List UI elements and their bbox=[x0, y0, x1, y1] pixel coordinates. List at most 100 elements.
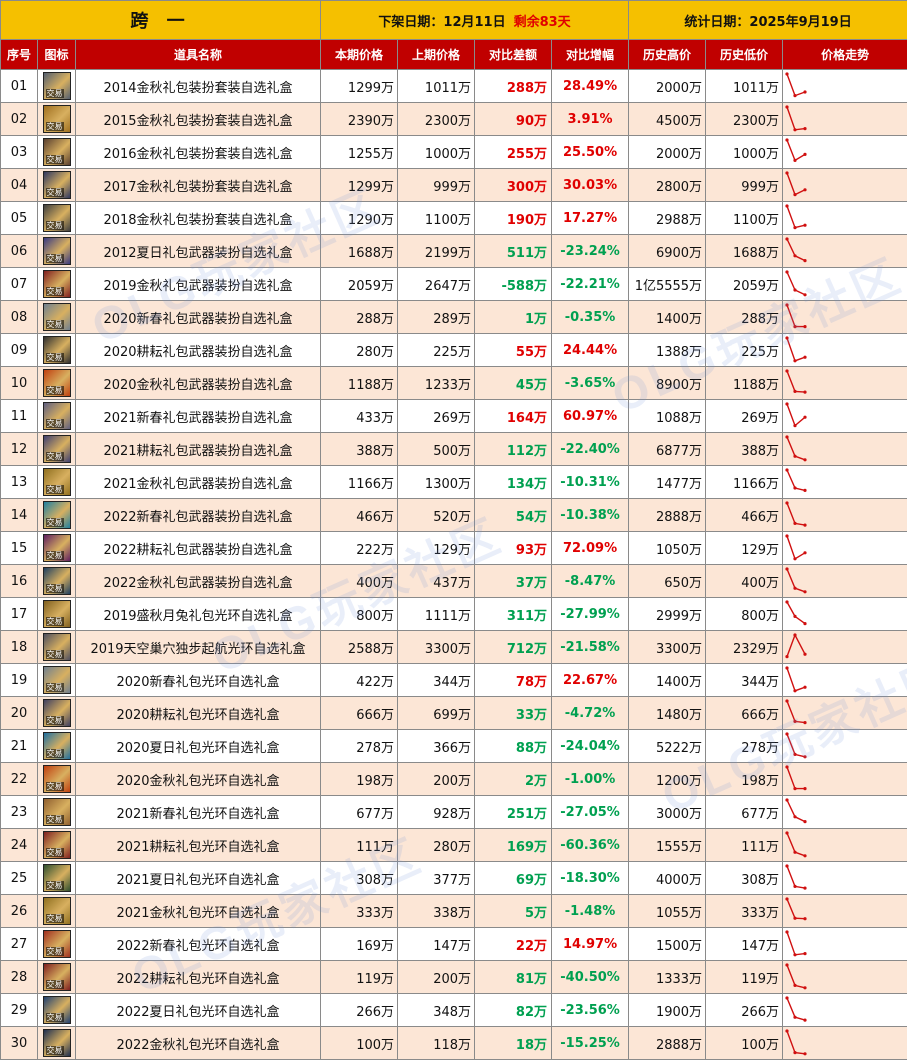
historic-low: 147万 bbox=[705, 927, 784, 961]
trade-badge: 交易 bbox=[45, 452, 64, 461]
table-row: 09 交易 2020耕耘礼包武器装扮自选礼盒 280万 225万 55万 24.44% 138… bbox=[0, 333, 907, 367]
historic-high: 2800万 bbox=[628, 168, 707, 202]
trend-point bbox=[793, 359, 797, 363]
trend-point bbox=[785, 666, 789, 670]
price-change-pct: -27.99% bbox=[551, 597, 630, 631]
trade-badge: 交易 bbox=[45, 155, 64, 164]
price-change-pct: -3.65% bbox=[551, 366, 630, 400]
price-trend-sparkline bbox=[785, 765, 807, 791]
current-price: 278万 bbox=[320, 729, 399, 763]
gift-box-icon: 交易 bbox=[42, 897, 71, 925]
current-price: 2588万 bbox=[320, 630, 399, 664]
table-row: 29 交易 2022夏日礼包光环自选礼盒 266万 348万 82万 -23.56% 1900… bbox=[0, 993, 907, 1027]
price-trend-sparkline bbox=[785, 1029, 807, 1056]
current-price: 422万 bbox=[320, 663, 399, 697]
gift-box-icon: 交易 bbox=[42, 963, 71, 991]
trend-point bbox=[793, 719, 797, 723]
trend-point bbox=[793, 424, 797, 428]
row-number: 08 bbox=[0, 300, 38, 334]
price-trend-sparkline bbox=[785, 600, 807, 626]
previous-price: 366万 bbox=[397, 729, 476, 763]
item-name: 2012夏日礼包武器装扮自选礼盒 bbox=[74, 234, 322, 268]
trend-line bbox=[786, 898, 806, 920]
price-trend-sparkline bbox=[785, 963, 807, 990]
gift-box-icon: 交易 bbox=[42, 930, 71, 958]
trend-point bbox=[785, 72, 789, 76]
price-trend-sparkline bbox=[785, 633, 807, 659]
item-name: 2022金秋礼包武器装扮自选礼盒 bbox=[74, 564, 322, 598]
historic-high: 2988万 bbox=[628, 201, 707, 235]
row-number: 27 bbox=[0, 927, 38, 961]
trend-line bbox=[786, 1030, 806, 1055]
trend-cell bbox=[782, 564, 907, 598]
col-header-previous: 上期价格 bbox=[397, 39, 476, 70]
gift-box-icon: 交易 bbox=[42, 534, 71, 562]
trend-point bbox=[793, 128, 797, 132]
historic-high: 2888万 bbox=[628, 498, 707, 532]
price-change-pct: -27.05% bbox=[551, 795, 630, 829]
row-number: 09 bbox=[0, 333, 38, 367]
trade-badge: 交易 bbox=[45, 551, 64, 560]
trend-line bbox=[786, 667, 806, 692]
trend-point bbox=[803, 458, 807, 462]
trend-cell bbox=[782, 993, 907, 1027]
historic-low: 278万 bbox=[705, 729, 784, 763]
price-diff: 37万 bbox=[474, 564, 553, 598]
item-name: 2020夏日礼包光环自选礼盒 bbox=[74, 729, 322, 763]
price-change-pct: 14.97% bbox=[551, 927, 630, 961]
trade-badge: 交易 bbox=[45, 122, 64, 131]
trend-point bbox=[793, 389, 797, 393]
item-icon-cell: 交易 bbox=[37, 960, 76, 994]
price-change-pct: 30.03% bbox=[551, 168, 630, 202]
col-header-diff: 对比差额 bbox=[474, 39, 553, 70]
row-number: 05 bbox=[0, 201, 38, 235]
historic-high: 8900万 bbox=[628, 366, 707, 400]
trend-cell bbox=[782, 366, 907, 400]
trend-point bbox=[803, 1052, 807, 1056]
trend-cell bbox=[782, 762, 907, 796]
trend-line bbox=[786, 370, 806, 393]
trend-cell bbox=[782, 333, 907, 367]
price-diff: 2万 bbox=[474, 762, 553, 796]
row-number: 01 bbox=[0, 69, 38, 103]
trend-cell bbox=[782, 696, 907, 730]
trend-point bbox=[785, 402, 789, 406]
price-change-pct: 22.67% bbox=[551, 663, 630, 697]
item-name: 2021新春礼包光环自选礼盒 bbox=[74, 795, 322, 829]
current-price: 198万 bbox=[320, 762, 399, 796]
gift-box-icon: 交易 bbox=[42, 633, 71, 661]
gift-box-icon: 交易 bbox=[42, 567, 71, 595]
current-price: 800万 bbox=[320, 597, 399, 631]
price-change-pct: -4.72% bbox=[551, 696, 630, 730]
item-icon-cell: 交易 bbox=[37, 465, 76, 499]
gift-box-icon: 交易 bbox=[42, 237, 71, 265]
item-name: 2022耕耘礼包光环自选礼盒 bbox=[74, 960, 322, 994]
gift-box-icon: 交易 bbox=[42, 468, 71, 496]
trend-point bbox=[785, 435, 789, 439]
price-trend-sparkline bbox=[785, 435, 807, 462]
price-trend-sparkline bbox=[785, 171, 807, 197]
item-icon-cell: 交易 bbox=[37, 69, 76, 103]
historic-high: 1480万 bbox=[628, 696, 707, 730]
trend-cell bbox=[782, 465, 907, 499]
current-price: 433万 bbox=[320, 399, 399, 433]
trend-point bbox=[803, 259, 807, 263]
price-diff: 288万 bbox=[474, 69, 553, 103]
trend-point bbox=[793, 94, 797, 98]
trend-point bbox=[785, 831, 789, 835]
previous-price: 928万 bbox=[397, 795, 476, 829]
current-price: 388万 bbox=[320, 432, 399, 466]
table-row: 11 交易 2021新春礼包武器装扮自选礼盒 433万 269万 164万 60.97% 10… bbox=[0, 399, 907, 433]
trend-cell bbox=[782, 795, 907, 829]
historic-high: 1477万 bbox=[628, 465, 707, 499]
trend-point bbox=[803, 622, 807, 626]
row-number: 07 bbox=[0, 267, 38, 301]
table-row: 21 交易 2020夏日礼包光环自选礼盒 278万 366万 88万 -24.04% 5222… bbox=[0, 729, 907, 763]
price-diff: 54万 bbox=[474, 498, 553, 532]
col-header-name: 道具名称 bbox=[74, 39, 322, 70]
trend-point bbox=[785, 600, 789, 604]
item-name: 2020耕耘礼包武器装扮自选礼盒 bbox=[74, 333, 322, 367]
table-row: 07 交易 2019金秋礼包武器装扮自选礼盒 2059万 2647万 -588万 -22.2… bbox=[0, 267, 907, 301]
price-change-pct: -23.24% bbox=[551, 234, 630, 268]
trend-point bbox=[803, 223, 807, 227]
